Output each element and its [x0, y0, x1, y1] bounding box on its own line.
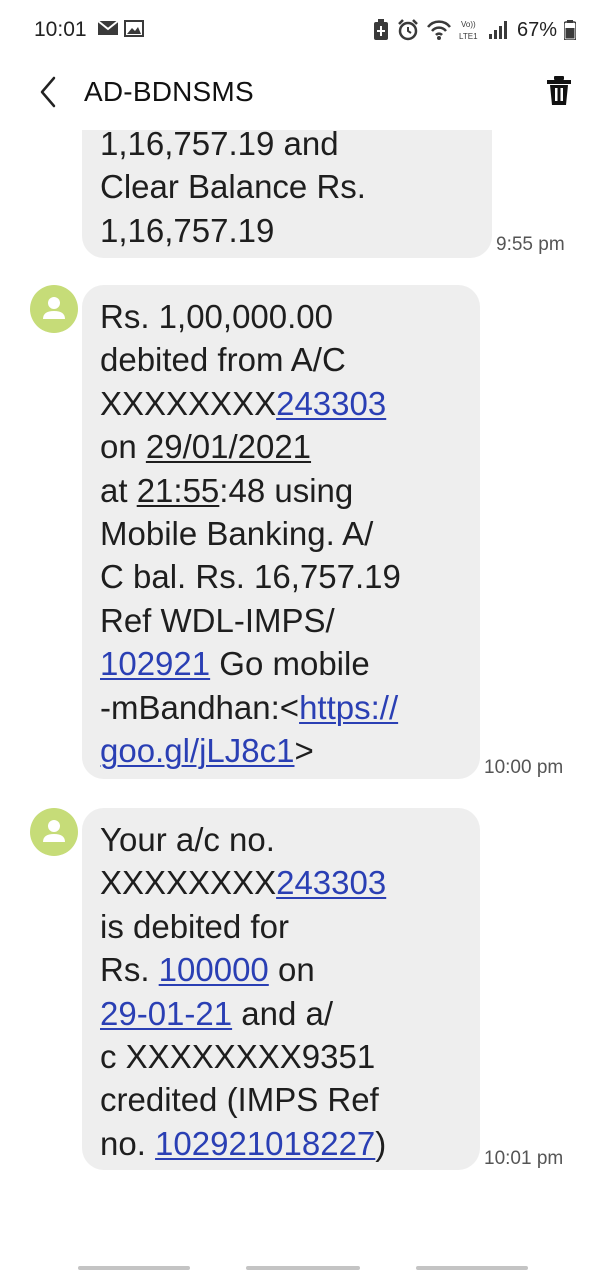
text-close: ) — [375, 1124, 387, 1162]
account-masked: XXXXXXXX — [100, 384, 277, 422]
text-on: on — [268, 951, 315, 989]
ref-number-link[interactable]: 102921018227 — [155, 1125, 375, 1162]
url-link-part2[interactable]: goo.gl/jLJ8c1 — [100, 732, 294, 769]
message-line: XXXXXXXX243303 — [100, 382, 462, 425]
message-bubble[interactable]: Your a/c no. XXXXXXXX243303 is debited f… — [82, 808, 480, 1170]
url-close: > — [294, 732, 314, 770]
message-line: 1,16,757.19 — [100, 211, 275, 249]
message-line: Ref WDL-IMPS/ — [100, 601, 335, 639]
message-time: 10:00 pm — [484, 757, 564, 778]
conversation-header: AD-BDNSMS — [0, 62, 606, 122]
nav-back-button[interactable] — [416, 1266, 528, 1270]
message-line: Clear Balance Rs. — [100, 168, 366, 206]
status-right: Vo)) LTE1 67% — [372, 16, 576, 44]
message-bubble[interactable]: 1,16,757.19 and Clear Balance Rs. 1,16,7… — [82, 130, 492, 258]
trash-icon — [547, 76, 571, 105]
message-line: Rs. 1,00,000.00 — [100, 298, 333, 335]
message-line: 1,16,757.19 and — [100, 130, 339, 162]
message-time: 10:01 pm — [484, 1148, 564, 1169]
message-line: Mobile Banking. A/ — [100, 515, 374, 553]
battery-icon — [564, 20, 576, 40]
text-at: at — [100, 471, 137, 509]
message-line: on 29/01/2021 — [100, 425, 462, 468]
status-time: 10:01 — [34, 18, 87, 41]
amount-link[interactable]: 100000 — [159, 951, 269, 988]
message-line: XXXXXXXX243303 — [100, 861, 462, 904]
volte-icon: Vo)) LTE1 — [459, 20, 478, 41]
message-line: Rs. 100000 on — [100, 948, 462, 991]
back-button[interactable] — [34, 74, 64, 110]
conversation-title: AD-BDNSMS — [84, 76, 254, 107]
contact-avatar[interactable] — [30, 808, 78, 856]
svg-text:LTE1: LTE1 — [459, 32, 478, 41]
message-line: goo.gl/jLJ8c1> — [100, 729, 462, 772]
status-bar: 10:01 Vo)) LTE1 67% — [0, 0, 606, 60]
url-link-part1[interactable]: https:// — [299, 689, 398, 726]
back-arrow-icon — [40, 76, 56, 108]
contact-avatar-icon — [43, 820, 65, 842]
contact-avatar[interactable] — [30, 285, 78, 333]
account-masked: XXXXXXXX — [100, 864, 277, 902]
message-line: credited (IMPS Ref — [100, 1081, 379, 1119]
alarm-icon — [398, 19, 418, 41]
date-rest: and a/ — [232, 994, 334, 1032]
message-line: 29-01-21 and a/ — [100, 992, 462, 1035]
ref-number-link[interactable]: 102921 — [100, 645, 210, 682]
nav-home-button[interactable] — [246, 1266, 360, 1270]
message-line: c XXXXXXXX9351 — [100, 1038, 376, 1076]
wifi-icon — [426, 20, 451, 40]
account-number-link[interactable]: 243303 — [276, 864, 386, 901]
contact-avatar-icon — [43, 297, 65, 319]
message-line: 102921 Go mobile — [100, 642, 462, 685]
mail-icon — [98, 20, 118, 35]
mbandhan-prefix: -mBandhan:< — [100, 688, 300, 726]
date-link[interactable]: 29/01/2021 — [146, 428, 311, 465]
message-line: no. 102921018227) — [100, 1122, 462, 1165]
nav-recents-button[interactable] — [78, 1266, 190, 1270]
account-number-link[interactable]: 243303 — [276, 385, 386, 422]
text-on: on — [100, 428, 146, 466]
battery-percent: 67% — [516, 18, 557, 41]
image-icon — [124, 20, 144, 37]
message-line: C bal. Rs. 16,757.19 — [100, 558, 401, 596]
message-line: -mBandhan:<https:// — [100, 686, 462, 729]
battery-saver-icon — [373, 19, 388, 40]
message-bubble[interactable]: Rs. 1,00,000.00 debited from A/C XXXXXXX… — [82, 285, 480, 779]
time-rest: :48 using — [219, 471, 354, 509]
signal-icon — [488, 21, 507, 39]
delete-button[interactable] — [546, 76, 572, 106]
date-link[interactable]: 29-01-21 — [100, 995, 232, 1032]
message-line: debited from A/C — [100, 341, 346, 379]
ref-rest: Go mobile — [210, 645, 370, 683]
message-time: 9:55 pm — [496, 234, 565, 255]
message-line: at 21:55:48 using — [100, 469, 462, 512]
message-list[interactable]: 1,16,757.19 and Clear Balance Rs. 1,16,7… — [0, 130, 606, 1240]
message-line: is debited for — [100, 907, 289, 945]
text-rs: Rs. — [100, 951, 159, 989]
text-no: no. — [100, 1124, 156, 1162]
time-link[interactable]: 21:55 — [137, 472, 220, 509]
navigation-bar — [0, 1250, 606, 1280]
svg-text:Vo)): Vo)) — [461, 20, 476, 29]
message-line: Your a/c no. — [100, 821, 275, 858]
